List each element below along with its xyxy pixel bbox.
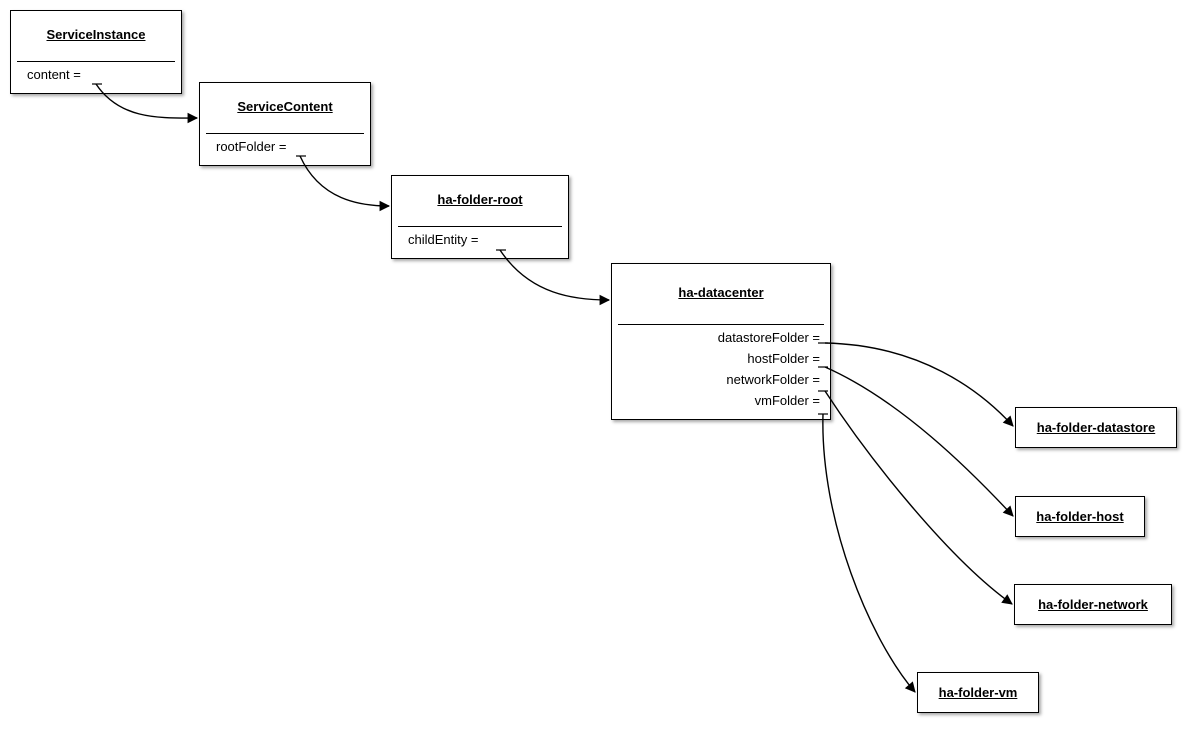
node-title: ServiceInstance	[40, 17, 151, 52]
diagram-canvas: ServiceInstance content = ServiceContent…	[0, 0, 1194, 756]
prop-network-folder: networkFolder =	[622, 369, 820, 390]
node-ha-folder-host: ha-folder-host	[1015, 496, 1145, 537]
node-title: ha-folder-root	[431, 182, 528, 217]
node-ha-folder-network: ha-folder-network	[1014, 584, 1172, 625]
node-title: ha-folder-vm	[939, 685, 1018, 700]
node-ha-folder-datastore: ha-folder-datastore	[1015, 407, 1177, 448]
edge-datastorefolder-to-hafolderdatastore	[825, 343, 1013, 426]
edge-networkfolder-to-hafoldernetwork	[825, 391, 1012, 604]
node-title: ha-folder-host	[1036, 509, 1123, 524]
edges	[0, 0, 1194, 756]
prop-content: content =	[21, 64, 171, 85]
edge-vmfolder-to-hafoldervm	[823, 414, 915, 692]
prop-vm-folder: vmFolder =	[622, 390, 820, 411]
node-title: ha-folder-datastore	[1037, 420, 1155, 435]
node-ha-datacenter: ha-datacenter datastoreFolder = hostFold…	[611, 263, 831, 420]
prop-child-entity: childEntity =	[402, 229, 558, 250]
prop-root-folder: rootFolder =	[210, 136, 360, 157]
node-title: ServiceContent	[231, 89, 338, 124]
node-ha-folder-root: ha-folder-root childEntity =	[391, 175, 569, 259]
node-service-content: ServiceContent rootFolder =	[199, 82, 371, 166]
node-title: ha-folder-network	[1038, 597, 1148, 612]
prop-host-folder: hostFolder =	[622, 348, 820, 369]
node-title: ha-datacenter	[672, 275, 769, 310]
edge-hostfolder-to-hafolderhost	[825, 367, 1013, 516]
node-ha-folder-vm: ha-folder-vm	[917, 672, 1039, 713]
node-service-instance: ServiceInstance content =	[10, 10, 182, 94]
prop-datastore-folder: datastoreFolder =	[622, 327, 820, 348]
